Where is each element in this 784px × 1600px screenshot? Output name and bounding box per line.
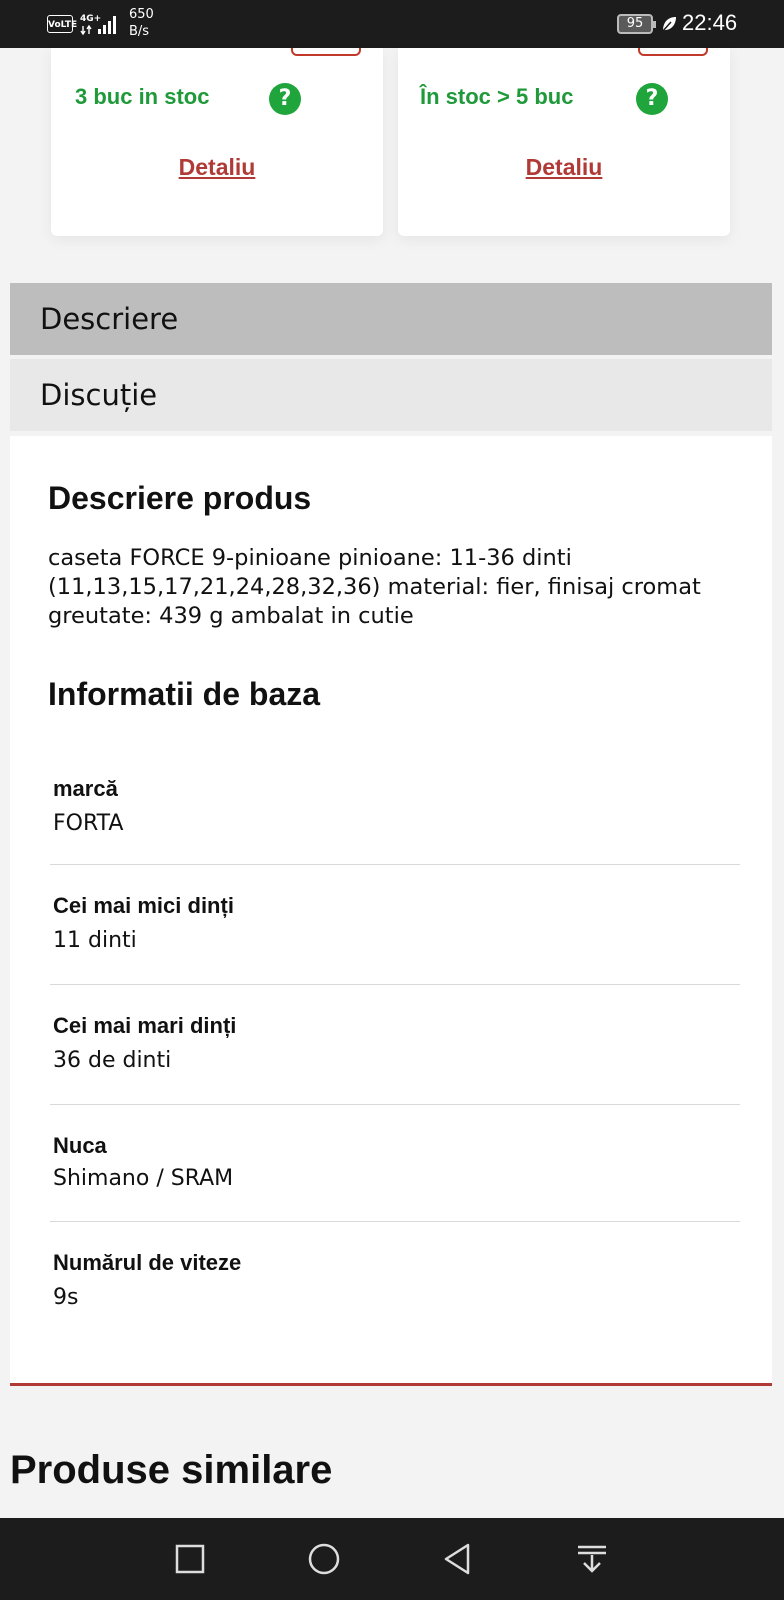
network-speed-value: 650 [129,7,154,22]
tab-discussion[interactable]: Discuție [10,359,772,431]
battery-icon: 95 [617,14,656,34]
volte-badge: VoLTE [47,15,77,33]
network-speed-unit: B/s [129,24,150,39]
similar-products-heading: Produse similare [10,1448,333,1492]
description-text: caseta FORCE 9-pinioane pinioane: 11-36 … [48,545,701,629]
signal-strength-icon: 4G+ [80,14,116,36]
spec-value: 11 dinti [53,928,137,953]
card-top-button-edge[interactable] [638,48,708,56]
detail-link[interactable]: Detaliu [398,154,730,181]
network-type-label: 4G+ [80,14,101,24]
network-speed: 650 B/s [129,6,154,40]
description-panel: Descriere produs caseta FORCE 9-pinioane… [10,436,772,1386]
notification-pulldown-icon[interactable] [574,1541,610,1577]
clock: 22:46 [682,10,738,35]
recent-apps-icon[interactable] [172,1541,208,1577]
spec-row-speeds: Numărul de viteze 9s [50,1222,740,1342]
stock-status: În stoc > 5 buc [420,84,574,109]
spec-label: Nuca [53,1133,107,1158]
spec-value: FORTA [53,811,124,836]
stock-card-2: În stoc > 5 buc ? Detaliu [398,48,730,236]
spec-value: 9s [53,1285,79,1310]
spec-value: 36 de dinti [53,1048,172,1073]
spec-label: Cei mai mari dinți [53,1013,237,1038]
help-icon[interactable]: ? [636,83,668,115]
description-heading: Descriere produs [48,480,312,516]
spec-row-freehub: Nuca Shimano / SRAM [50,1105,740,1222]
card-top-button-edge[interactable] [291,48,361,56]
back-icon[interactable] [440,1541,476,1577]
power-saving-leaf-icon [661,17,676,33]
detail-link[interactable]: Detaliu [51,154,383,181]
help-icon[interactable]: ? [269,83,301,115]
home-icon[interactable] [306,1541,342,1577]
spec-label: marcă [53,776,118,801]
basic-info-heading: Informatii de baza [48,676,321,712]
navigation-bar [0,1518,784,1600]
status-bar: VoLTE 4G+ 650 B/s 95 22:46 [0,0,784,48]
spec-label: Cei mai mici dinți [53,893,234,918]
stock-card-1: 3 buc in stoc ? Detaliu [51,48,383,236]
spec-row-brand: marcă FORTA [50,766,740,865]
stock-status: 3 buc in stoc [75,84,210,109]
spec-label: Numărul de viteze [53,1250,242,1275]
spec-row-smallest-teeth: Cei mai mici dinți 11 dinti [50,865,740,985]
spec-value: Shimano / SRAM [53,1166,234,1191]
tab-description[interactable]: Descriere [10,283,772,355]
spec-row-largest-teeth: Cei mai mari dinți 36 de dinti [50,985,740,1105]
